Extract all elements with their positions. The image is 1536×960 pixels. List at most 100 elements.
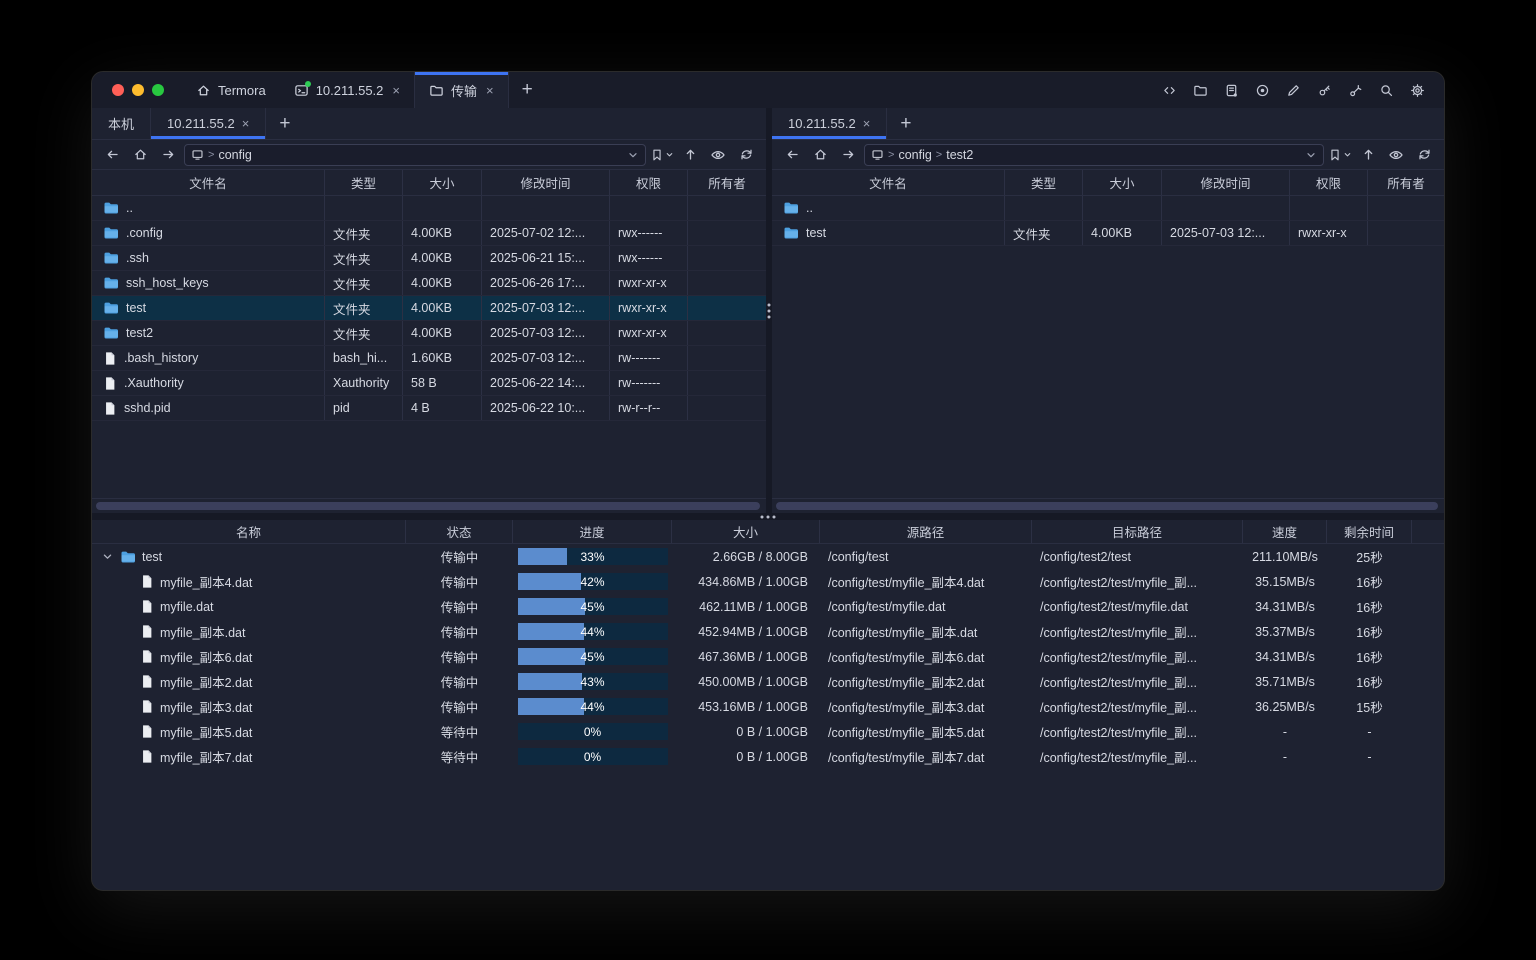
column-header[interactable]: 权限 [610,170,688,195]
back-icon[interactable] [100,144,124,166]
column-header[interactable]: 大小 [1083,170,1162,195]
path-segment[interactable]: config [218,148,251,162]
vertical-splitter[interactable] [766,108,772,513]
transfer-row[interactable]: myfile_副本7.dat 等待中 0% 0 B / 1.00GB /conf… [92,744,1444,769]
show-hidden-icon[interactable] [706,144,730,166]
keychain-icon[interactable] [1342,77,1368,103]
path-field[interactable]: >config [184,144,646,166]
close-tab-icon[interactable]: × [242,116,250,131]
tab-host-session[interactable]: 10.211.55.2 × [280,72,414,108]
pane-tab-remote[interactable]: 10.211.55.2 × [772,108,887,139]
column-header[interactable]: 速度 [1243,520,1327,543]
settings-icon[interactable] [1404,77,1430,103]
path-field[interactable]: >config>test2 [864,144,1324,166]
file-row[interactable]: .bash_history bash_hi... 1.60KB 2025-07-… [92,346,766,371]
edit-icon[interactable] [1280,77,1306,103]
upload-icon[interactable] [1356,144,1380,166]
column-header[interactable]: 文件名 [92,170,325,195]
file-icon [103,351,117,366]
upload-icon[interactable] [678,144,702,166]
file-row[interactable]: .. [772,196,1444,221]
column-header[interactable]: 类型 [325,170,403,195]
show-hidden-icon[interactable] [1384,144,1408,166]
transfer-row[interactable]: myfile_副本.dat 传输中 44% 452.94MB / 1.00GB … [92,619,1444,644]
file-row[interactable]: test2 文件夹 4.00KB 2025-07-03 12:... rwxr-… [92,321,766,346]
close-window-button[interactable] [112,84,124,96]
tab-termora[interactable]: Termora [182,72,280,108]
column-header[interactable]: 剩余时间 [1327,520,1412,543]
tab-transfer[interactable]: 传输 × [414,72,509,108]
transfer-speed: 35.15MB/s [1243,569,1327,594]
column-header[interactable]: 名称 [92,520,406,543]
pane-tab-local[interactable]: 本机 [92,108,151,139]
forward-icon[interactable] [836,144,860,166]
column-header[interactable]: 所有者 [1368,170,1444,195]
key-icon[interactable] [1311,77,1337,103]
refresh-icon[interactable] [734,144,758,166]
file-row[interactable]: test 文件夹 4.00KB 2025-07-03 12:... rwxr-x… [772,221,1444,246]
path-dropdown-icon[interactable] [1305,149,1317,161]
horizontal-splitter[interactable] [92,513,1444,520]
transfer-row[interactable]: myfile_副本5.dat 等待中 0% 0 B / 1.00GB /conf… [92,719,1444,744]
file-row[interactable]: ssh_host_keys 文件夹 4.00KB 2025-06-26 17:.… [92,271,766,296]
folder-icon[interactable] [1187,77,1213,103]
column-header[interactable]: 目标路径 [1032,520,1243,543]
column-header[interactable]: 状态 [406,520,513,543]
column-header[interactable]: 所有者 [688,170,766,195]
code-icon[interactable] [1156,77,1182,103]
transfer-speed: 35.37MB/s [1243,619,1327,644]
horizontal-scrollbar[interactable] [92,498,766,513]
column-header[interactable]: 权限 [1290,170,1368,195]
record-icon[interactable] [1249,77,1275,103]
search-icon[interactable] [1373,77,1399,103]
new-tab-button[interactable]: + [509,72,546,108]
home-icon[interactable] [808,144,832,166]
close-tab-icon[interactable]: × [486,83,494,98]
scrollbar-thumb[interactable] [776,502,1438,510]
terminal-icon [294,83,309,98]
home-icon[interactable] [128,144,152,166]
column-header[interactable]: 源路径 [820,520,1032,543]
zoom-window-button[interactable] [152,84,164,96]
refresh-icon[interactable] [1412,144,1436,166]
transfer-row[interactable]: myfile.dat 传输中 45% 462.11MB / 1.00GB /co… [92,594,1444,619]
file-row[interactable]: .config 文件夹 4.00KB 2025-07-02 12:... rwx… [92,221,766,246]
progress-bar: 45% [518,648,668,665]
transfer-row[interactable]: test 传输中 33% 2.66GB / 8.00GB /config/tes… [92,544,1444,569]
column-header[interactable]: 修改时间 [482,170,610,195]
transfer-row[interactable]: myfile_副本4.dat 传输中 42% 434.86MB / 1.00GB… [92,569,1444,594]
path-segment[interactable]: test2 [946,148,973,162]
forward-icon[interactable] [156,144,180,166]
file-row[interactable]: .ssh 文件夹 4.00KB 2025-06-21 15:... rwx---… [92,246,766,271]
transfer-status: 传输中 [406,619,513,644]
column-header[interactable]: 类型 [1005,170,1083,195]
add-pane-tab-button[interactable]: + [887,108,924,139]
transfer-remaining-time: 16秒 [1327,619,1412,644]
path-dropdown-icon[interactable] [627,149,639,161]
column-header[interactable]: 大小 [672,520,820,543]
path-segment[interactable]: config [898,148,931,162]
transfer-row[interactable]: myfile_副本6.dat 传输中 45% 467.36MB / 1.00GB… [92,644,1444,669]
scrollbar-thumb[interactable] [96,502,760,510]
transfer-row[interactable]: myfile_副本3.dat 传输中 44% 453.16MB / 1.00GB… [92,694,1444,719]
bookmark-button[interactable] [650,148,674,162]
file-row[interactable]: .. [92,196,766,221]
minimize-window-button[interactable] [132,84,144,96]
file-row[interactable]: .Xauthority Xauthority 58 B 2025-06-22 1… [92,371,766,396]
column-header[interactable]: 文件名 [772,170,1005,195]
close-tab-icon[interactable]: × [392,83,400,98]
file-row[interactable]: test 文件夹 4.00KB 2025-07-03 12:... rwxr-x… [92,296,766,321]
expand-chevron-icon[interactable] [100,551,114,562]
close-tab-icon[interactable]: × [863,116,871,131]
transfer-row[interactable]: myfile_副本2.dat 传输中 43% 450.00MB / 1.00GB… [92,669,1444,694]
log-icon[interactable] [1218,77,1244,103]
back-icon[interactable] [780,144,804,166]
column-header[interactable]: 修改时间 [1162,170,1290,195]
pane-tab-remote[interactable]: 10.211.55.2 × [151,108,266,139]
horizontal-scrollbar[interactable] [772,498,1444,513]
column-header[interactable]: 进度 [513,520,672,543]
add-pane-tab-button[interactable]: + [266,108,303,139]
file-row[interactable]: sshd.pid pid 4 B 2025-06-22 10:... rw-r-… [92,396,766,421]
bookmark-button[interactable] [1328,148,1352,162]
column-header[interactable]: 大小 [403,170,482,195]
